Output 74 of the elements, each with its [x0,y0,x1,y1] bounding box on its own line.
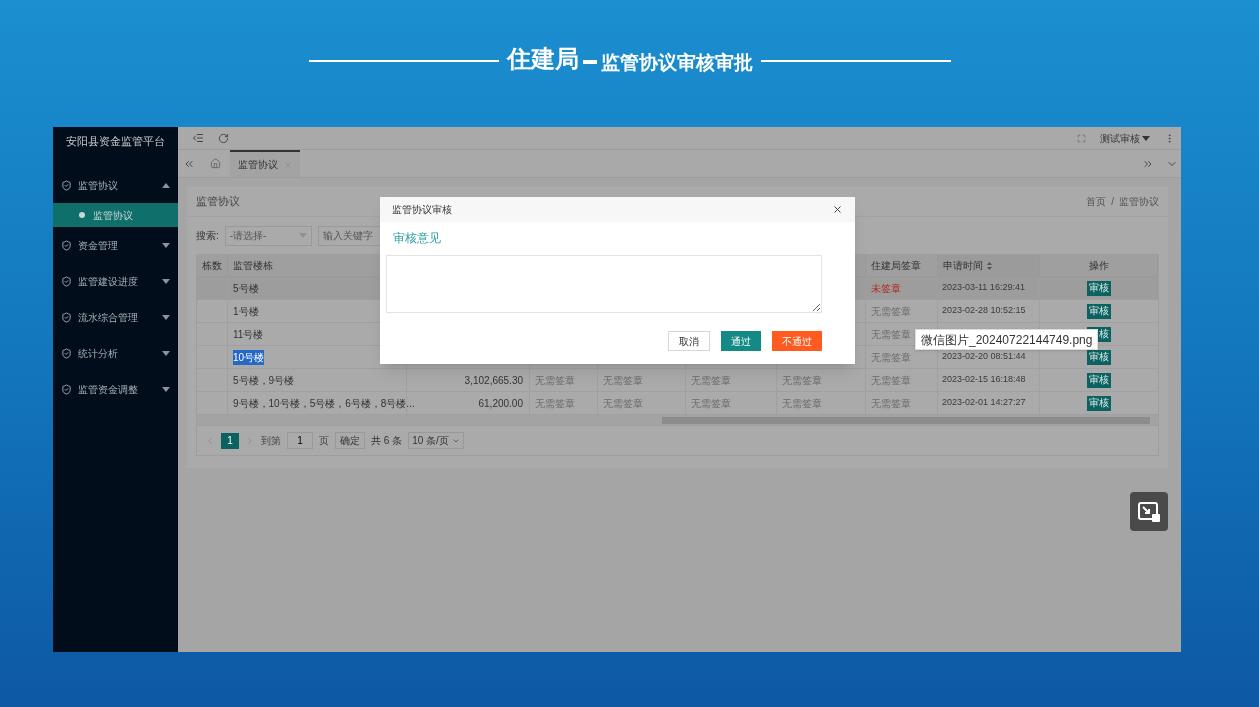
table-cell-text: 1号楼 [233,304,259,319]
exit-fullscreen-icon [1138,501,1160,522]
opinion-field[interactable] [386,255,822,313]
table-cell-text: 3,102,665.30 [464,373,523,388]
slide-subtitle: 监管协议审核审批 [600,51,753,75]
shield-icon [61,275,72,287]
sort-icon[interactable] [987,261,992,270]
breadcrumb-link[interactable]: 监管协议 [1119,194,1159,209]
shield-icon [61,311,72,323]
review-button[interactable]: 审核 [1087,395,1111,411]
shield-icon [61,347,72,359]
shield-icon [61,179,72,191]
sidebar-menu-item[interactable]: 监管资金调整 [53,371,178,407]
caret-down-icon [298,233,307,238]
dialog-button[interactable]: 通过 [721,331,761,351]
dialog-title: 监管协议审核 [392,203,452,217]
select-field[interactable]: -请选择- [224,225,312,246]
file-tooltip: 微信图片_20240722144749.png [915,329,1099,350]
table-cell-text: 未签章 [871,281,901,296]
page-unit: 页 [319,434,329,448]
horizontal-scrollbar[interactable] [197,415,1158,425]
breadcrumb-separator: / [1111,195,1114,209]
sidebar-submenu-item[interactable]: 监管协议 [53,203,178,227]
column-header-cell[interactable]: 申请时间 [938,255,1040,276]
shield-icon [61,383,72,395]
platform-title: 安阳县资金监管平台 [66,133,165,149]
fullscreen-icon[interactable] [1077,133,1086,143]
table-cell: 2023-03-11 16:29:41 [942,281,1025,295]
review-button[interactable]: 审核 [1087,349,1111,365]
menu-icon[interactable] [192,132,204,144]
column-header-cell[interactable]: 操作 [1040,255,1158,276]
close-icon[interactable] [832,204,843,215]
sidebar-menu-item[interactable]: 资金管理 [53,227,178,263]
table-cell-text: 5号楼 [233,281,259,296]
column-header: 栋数 [202,259,222,273]
table-cell: 2023-02-20 08:51:44 [942,350,1026,364]
page-tab[interactable]: 监管协议 [230,150,300,177]
review-button[interactable]: 审核 [1087,303,1111,319]
breadcrumb-link[interactable]: 首页 [1086,194,1107,209]
sidebar-menu-item[interactable]: 统计分析 [53,335,178,371]
column-header: 操作 [1088,259,1109,273]
page-title: 监管协议 [196,194,240,210]
table-cell: 10号楼 [233,349,265,365]
exit-fullscreen-button[interactable] [1130,492,1168,531]
caret-down-icon [1142,135,1150,141]
table-cell-text: 61,200.00 [478,396,523,411]
table-cell-text: 5号楼，9号楼 [233,373,295,388]
review-button[interactable]: 审核 [1087,372,1111,388]
total-count: 共 6 条 [371,434,403,448]
refresh-icon[interactable] [218,132,229,144]
column-header: 申请时间 [943,259,983,273]
table-cell: 2023-02-15 16:18:48 [942,373,1026,387]
dialog-button[interactable]: 取消 [668,331,710,351]
review-button[interactable]: 审核 [1087,280,1111,296]
page-number[interactable]: 1 [221,432,239,449]
search-label: 搜索: [196,229,219,243]
table-cell: 2023-02-01 14:27:27 [942,396,1026,410]
table-cell-text: 9号楼，10号楼，5号楼，6号楼，8号楼... [233,396,415,411]
dialog-heading: 审核意见 [393,230,441,247]
confirm-button[interactable]: 确定 [335,432,365,449]
sidebar-menu-item[interactable]: 监管建设进度 [53,263,178,299]
column-header: 住建局签章 [871,259,921,273]
slide-title: 住建局 [506,44,579,74]
user-menu[interactable]: 测试审核 [1100,130,1150,146]
table-cell: 2023-02-28 10:52:15 [942,304,1026,318]
shield-icon [61,239,72,251]
page-size-select[interactable]: 10 条/页 [408,432,464,449]
page-field[interactable]: 1 [287,432,313,449]
goto-label: 到第 [261,434,281,448]
sidebar-menu-item[interactable]: 流水综合管理 [53,299,178,335]
sidebar-menu-item[interactable]: 监管协议 [53,167,178,203]
column-header: 监管楼栋 [233,259,273,273]
home-icon[interactable] [209,158,221,169]
table-cell-text: 11号楼 [233,327,264,342]
